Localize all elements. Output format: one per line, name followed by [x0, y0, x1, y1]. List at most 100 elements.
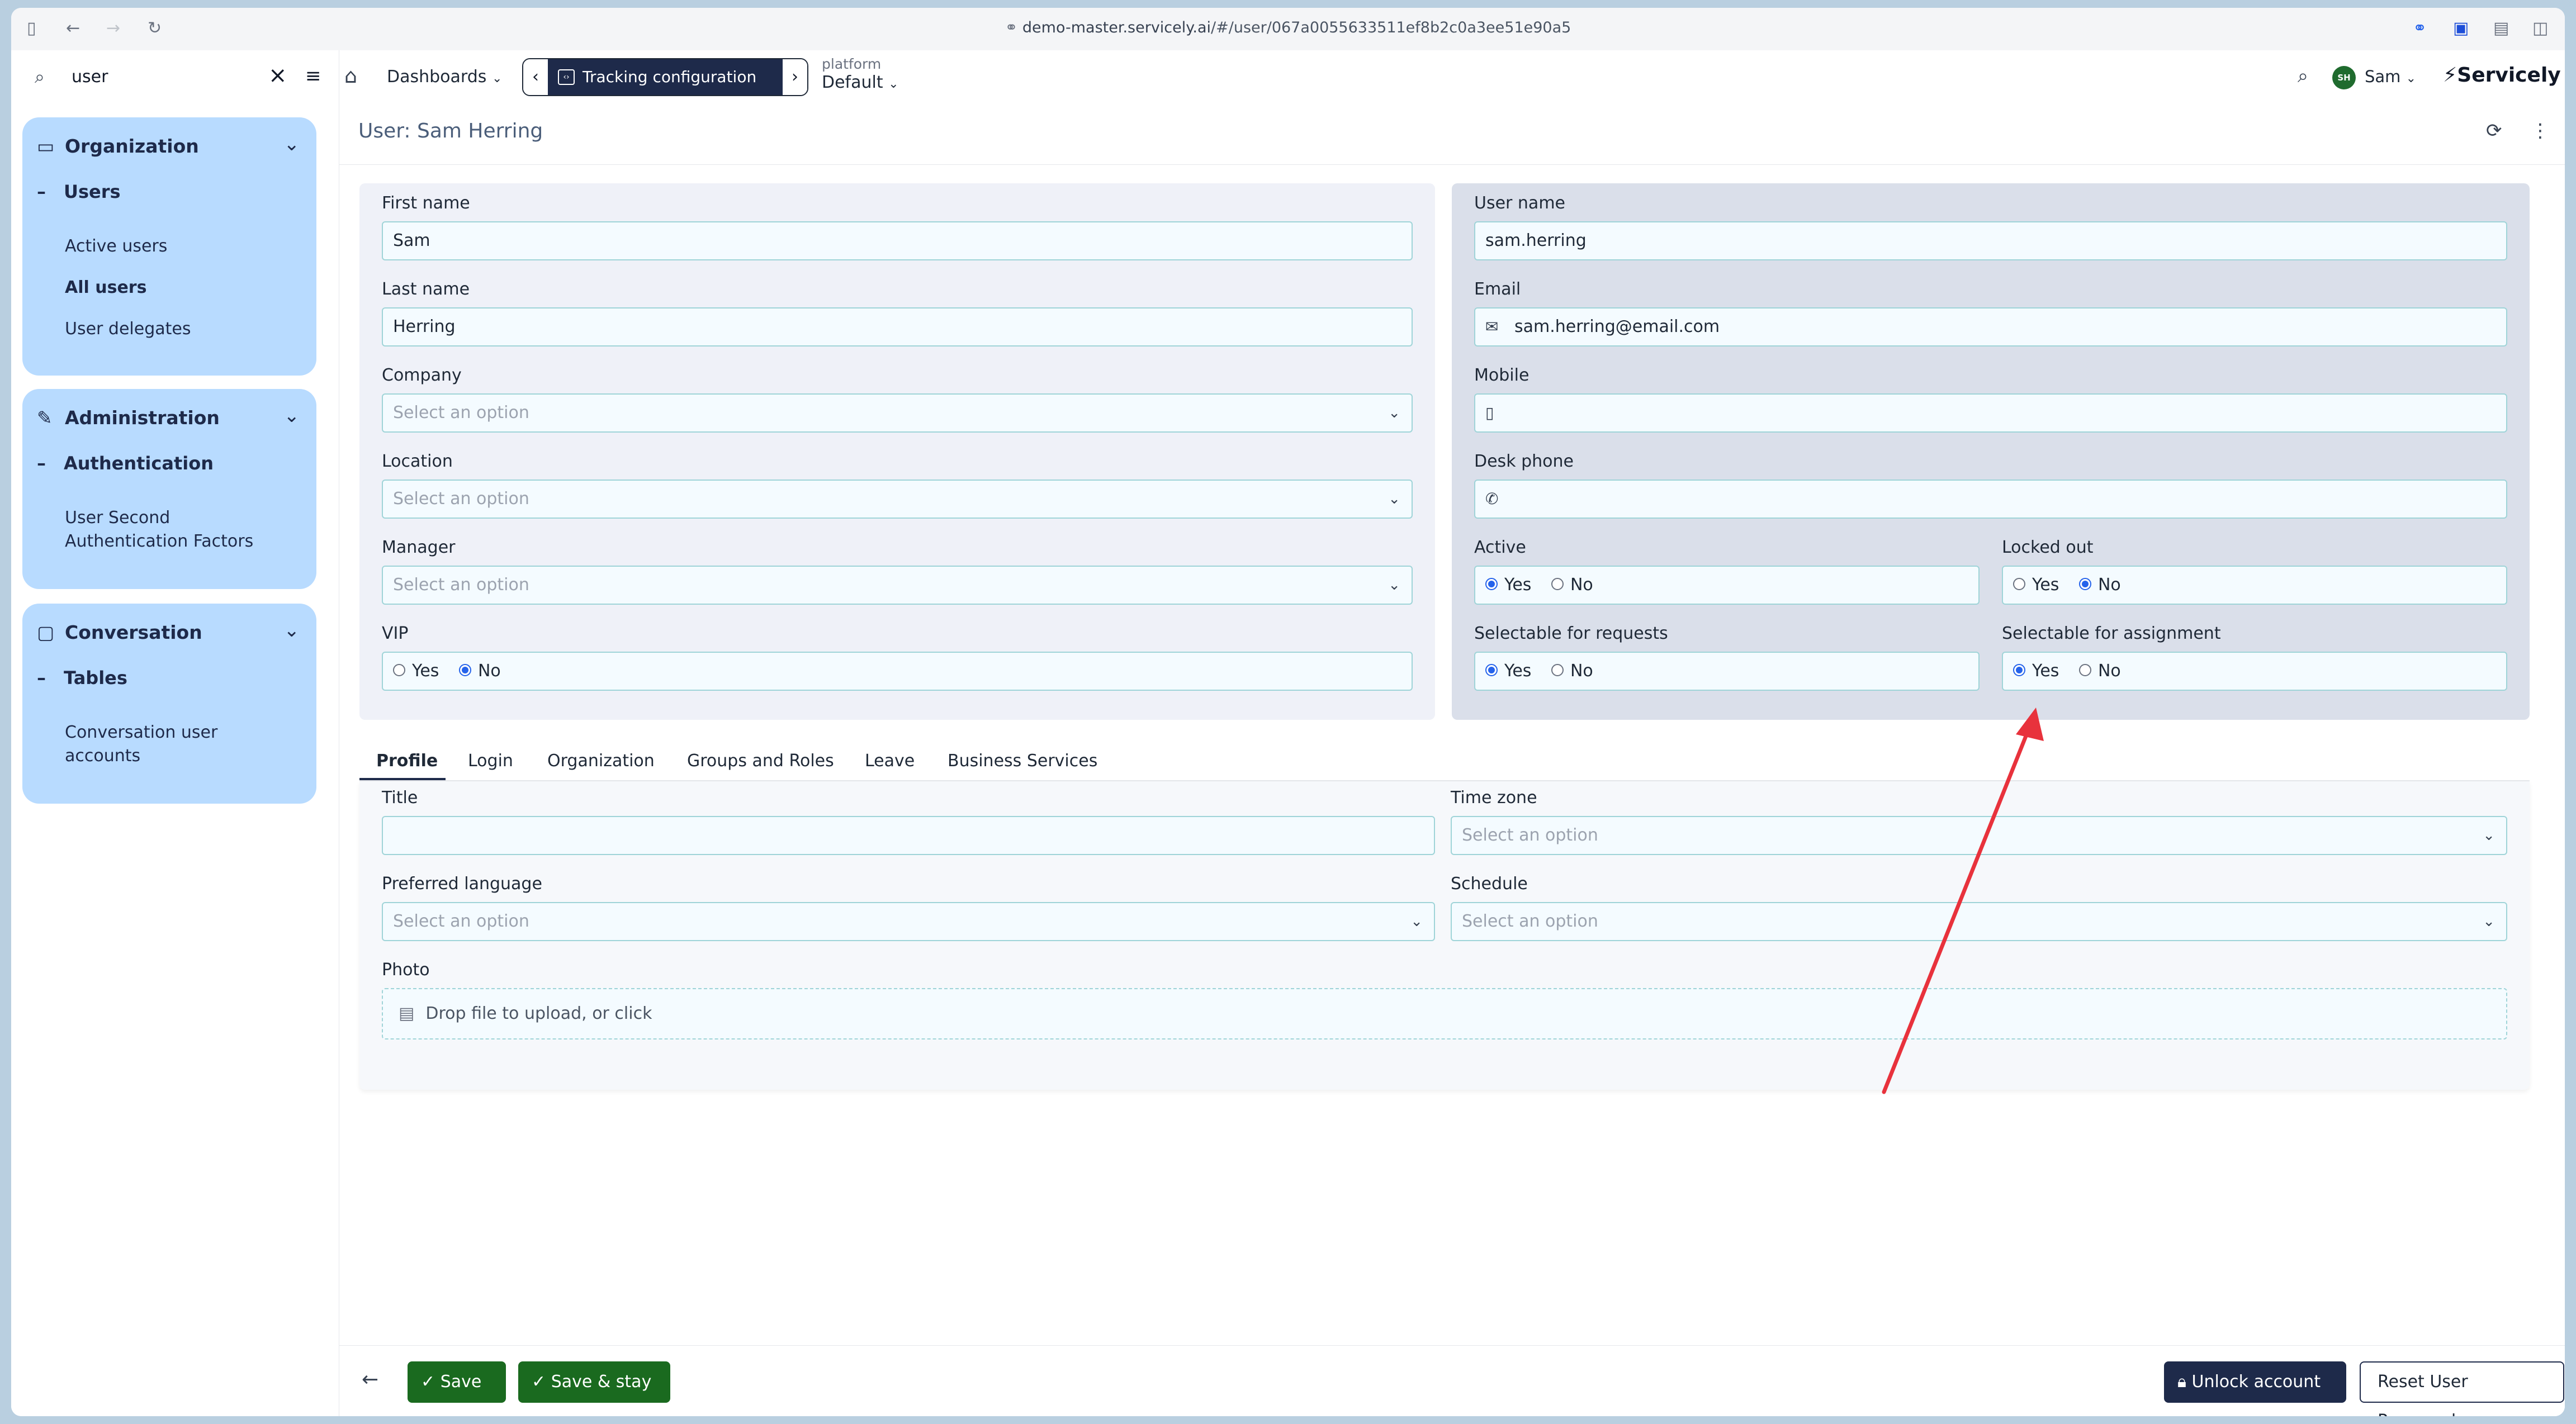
chevron-down-icon[interactable]: ⌄: [284, 619, 300, 642]
nav-group-header[interactable]: ▭ Organization: [37, 135, 199, 157]
nav-group-header[interactable]: ▢ Conversation: [37, 621, 202, 643]
last-name-field[interactable]: Herring: [382, 307, 1413, 346]
vip-no-option[interactable]: No: [458, 653, 501, 690]
selectable-requests-yes-option[interactable]: Yes: [1485, 653, 1531, 690]
vip-no-radio[interactable]: [458, 663, 471, 676]
sidebar-item-active-users[interactable]: Active users: [65, 235, 167, 258]
user-name-label: User name: [1474, 193, 1565, 213]
refresh-icon[interactable]: ⟳: [2486, 120, 2502, 142]
user-name-value: sam.herring: [1485, 231, 1587, 250]
check-icon: ✓: [421, 1372, 441, 1392]
home-icon[interactable]: ⌂: [344, 65, 357, 88]
unlock-account-button[interactable]: 🔒︎ Unlock account: [2164, 1361, 2346, 1403]
user-name-field[interactable]: sam.herring: [1474, 221, 2507, 260]
lock-icon: 🔒︎: [2177, 1372, 2192, 1392]
mobile-field[interactable]: ▯: [1474, 393, 2507, 433]
sidebar-item-conversation-user-accounts[interactable]: Conversation user accounts: [65, 721, 266, 768]
selectable-assignment-no-option[interactable]: No: [2078, 653, 2121, 690]
locked-out-yes-radio[interactable]: [2013, 577, 2025, 590]
locked-out-no-radio[interactable]: [2078, 577, 2091, 590]
extension-icon[interactable]: ▣: [2453, 20, 2469, 37]
vip-no-label: No: [477, 661, 501, 681]
dropzone-text: Drop file to upload, or click: [425, 1004, 652, 1023]
nav-section-tables[interactable]: – Tables: [37, 667, 127, 689]
nav-section-authentication[interactable]: – Authentication: [37, 453, 214, 474]
selectable-assignment-yes-option[interactable]: Yes: [2013, 653, 2059, 690]
dashboards-menu[interactable]: Dashboards ⌄: [387, 67, 502, 87]
tab-leave[interactable]: Leave: [865, 751, 915, 771]
reset-password-button[interactable]: Reset User Password: [2360, 1361, 2564, 1416]
global-search-icon[interactable]: ⌕: [2298, 65, 2308, 87]
tab-login[interactable]: Login: [468, 751, 513, 771]
vip-yes-radio[interactable]: [393, 663, 405, 676]
sidebar-item-user-delegates[interactable]: User delegates: [65, 317, 191, 341]
nav-section-title: Tables: [64, 667, 127, 689]
selectable-requests-no-radio[interactable]: [1551, 663, 1564, 676]
sidebar-item-all-users[interactable]: All users: [65, 276, 146, 300]
chevron-down-icon: ⌄: [2483, 827, 2495, 844]
reader-icon[interactable]: ▤: [2493, 20, 2509, 37]
tab-groups-and-roles[interactable]: Groups and Roles: [687, 751, 834, 771]
chevron-left-icon[interactable]: ‹: [523, 59, 548, 95]
nav-group-organization: ▭ Organization ⌄ – Users Active users All …: [22, 117, 316, 376]
back-arrow-icon[interactable]: ←: [362, 1368, 378, 1391]
avatar[interactable]: SH: [2332, 66, 2356, 89]
selectable-assignment-no-radio[interactable]: [2078, 663, 2091, 676]
collapse-menu-icon[interactable]: ≡: [305, 65, 321, 87]
time-zone-select[interactable]: Select an option ⌄: [1451, 816, 2507, 855]
active-yes-radio[interactable]: [1485, 577, 1498, 590]
selectable-requests-no-option[interactable]: No: [1551, 653, 1593, 690]
nav-group-header[interactable]: ✎ Administration: [37, 407, 220, 429]
nav-search: ⌕ user × ≡: [22, 50, 339, 103]
vip-yes-option[interactable]: Yes: [393, 653, 439, 690]
platform-selector[interactable]: Default ⌄: [822, 73, 899, 92]
link-share-icon[interactable]: ⚭: [2413, 20, 2427, 37]
save-and-stay-button[interactable]: ✓ Save & stay: [518, 1361, 670, 1403]
nav-section-users[interactable]: – Users: [37, 181, 121, 202]
chevron-down-icon: ⌄: [2405, 72, 2417, 86]
browser-window: ▯ ← → ↻ ⚭ demo-master.servicely.ai/#/use…: [11, 8, 2565, 1416]
chevron-down-icon[interactable]: ⌄: [284, 133, 300, 155]
desk-phone-field[interactable]: ✆: [1474, 480, 2507, 519]
nav-group-title: Administration: [65, 407, 220, 429]
main-content: User: Sam Herring ⟳ ⋮ First name Sam Las…: [339, 103, 2565, 1416]
selectable-requests-yes-radio[interactable]: [1485, 663, 1498, 676]
title-bar: User: Sam Herring ⟳ ⋮: [339, 103, 2565, 165]
chevron-down-icon: ⌄: [1388, 491, 1400, 507]
minus-icon: –: [37, 181, 46, 202]
nav-search-input[interactable]: user: [72, 67, 108, 87]
active-no-label: No: [1570, 575, 1593, 595]
chevron-right-icon[interactable]: ›: [783, 59, 807, 95]
photo-label: Photo: [382, 960, 430, 980]
tab-business-services[interactable]: Business Services: [948, 751, 1097, 771]
save-button[interactable]: ✓ Save: [408, 1361, 506, 1403]
more-vertical-icon[interactable]: ⋮: [2531, 120, 2550, 142]
active-no-radio[interactable]: [1551, 577, 1564, 590]
title-input[interactable]: [382, 816, 1435, 855]
location-select[interactable]: Select an option ⌄: [382, 480, 1413, 519]
tracking-configuration-button[interactable]: ‹› Tracking configuration: [548, 59, 783, 95]
active-no-option[interactable]: No: [1551, 567, 1593, 604]
record-tabs: Profile Login Organization Groups and Ro…: [359, 747, 2530, 781]
manager-select[interactable]: Select an option ⌄: [382, 566, 1413, 605]
company-select[interactable]: Select an option ⌄: [382, 393, 1413, 433]
user-menu[interactable]: Sam ⌄: [2365, 67, 2416, 86]
clear-search-icon[interactable]: ×: [268, 63, 287, 88]
sidebar-item-user-second-authentication-factors[interactable]: User Second Authentication Factors: [65, 506, 288, 553]
preferred-language-select[interactable]: Select an option ⌄: [382, 902, 1435, 941]
selectable-assignment-yes-radio[interactable]: [2013, 663, 2025, 676]
active-yes-option[interactable]: Yes: [1485, 567, 1531, 604]
locked-out-yes-option[interactable]: Yes: [2013, 567, 2059, 604]
chevron-down-icon: ⌄: [2483, 913, 2495, 930]
platform-value: Default: [822, 73, 883, 92]
tab-organization[interactable]: Organization: [547, 751, 655, 771]
split-view-icon[interactable]: ◫: [2532, 20, 2548, 37]
tab-profile[interactable]: Profile: [376, 751, 438, 771]
first-name-field[interactable]: Sam: [382, 221, 1413, 260]
schedule-select[interactable]: Select an option ⌄: [1451, 902, 2507, 941]
photo-dropzone[interactable]: ▤ Drop file to upload, or click: [382, 988, 2507, 1039]
address-bar[interactable]: ⚭ demo-master.servicely.ai/#/user/067a00…: [11, 19, 2565, 36]
email-field[interactable]: ✉ sam.herring@email.com: [1474, 307, 2507, 346]
locked-out-no-option[interactable]: No: [2078, 567, 2121, 604]
chevron-down-icon[interactable]: ⌄: [284, 405, 300, 427]
